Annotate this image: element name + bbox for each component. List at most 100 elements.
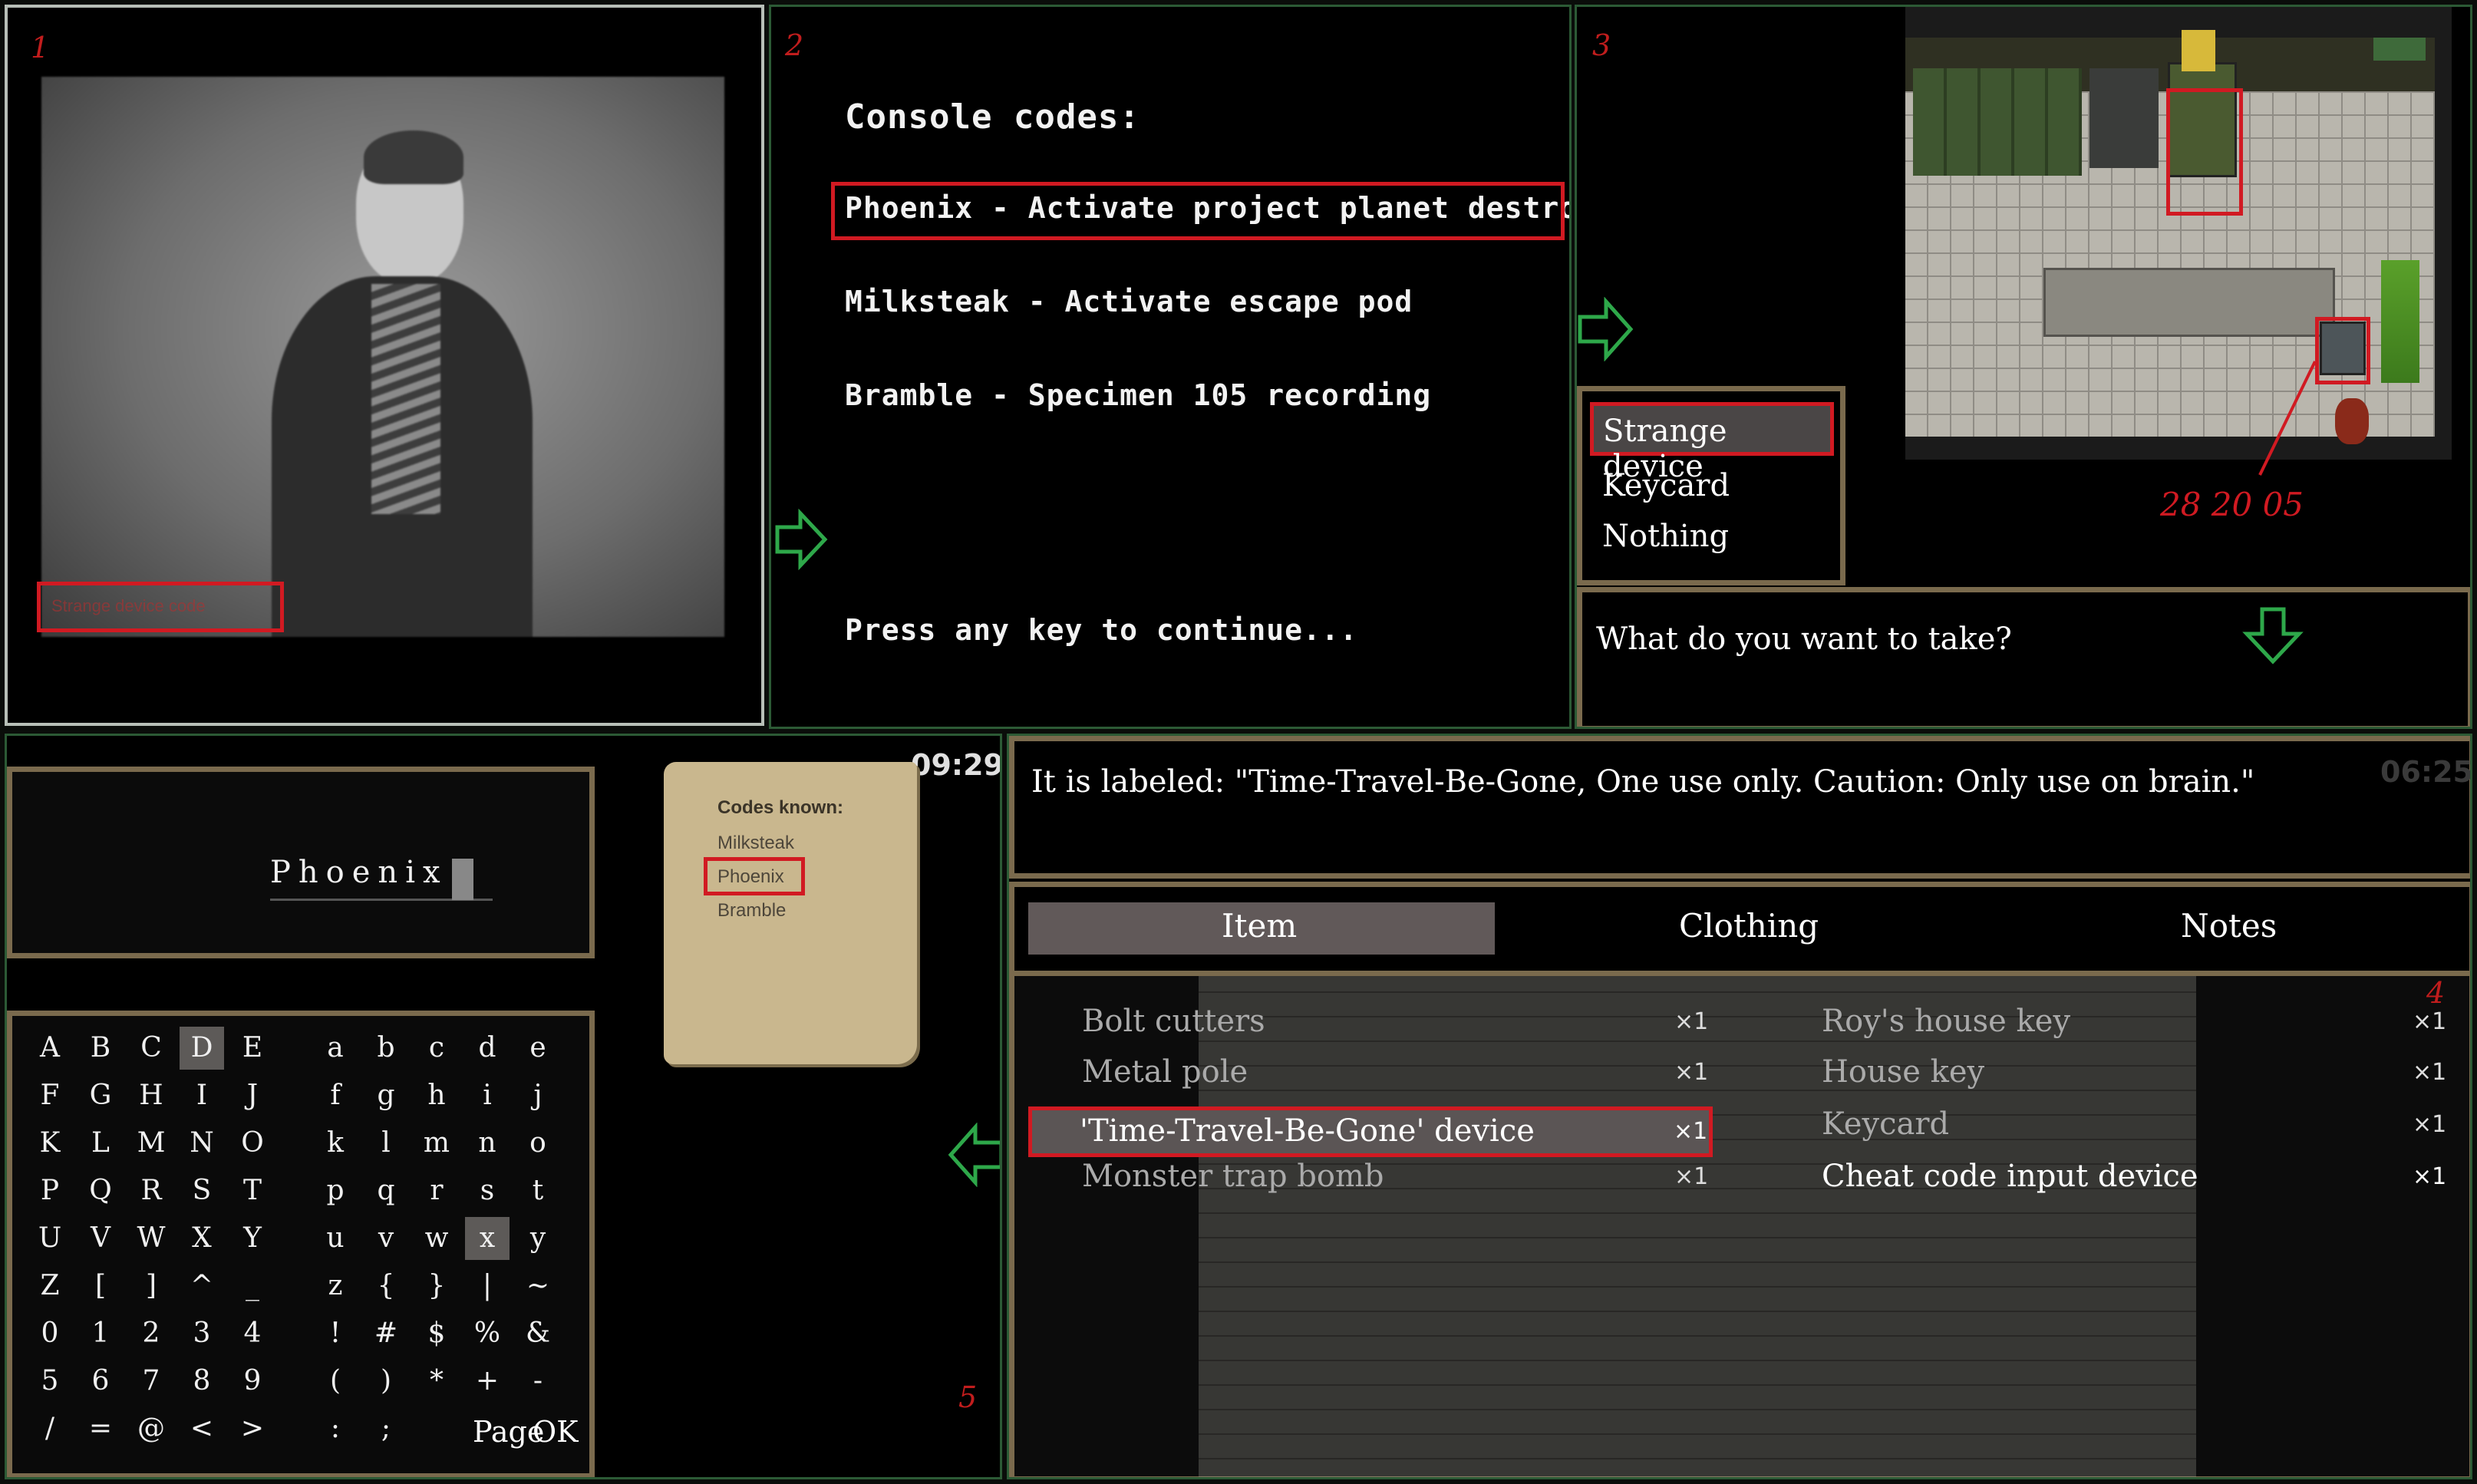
key[interactable]: ^ [180, 1265, 224, 1308]
key[interactable]: B [78, 1027, 123, 1070]
key[interactable]: A [28, 1027, 72, 1070]
key[interactable]: ( [313, 1360, 358, 1403]
inventory-row[interactable]: Metal pole ×1 [1076, 1054, 1708, 1100]
key[interactable]: w [414, 1217, 459, 1260]
key[interactable]: i [465, 1074, 510, 1117]
key[interactable]: 1 [78, 1312, 123, 1355]
key[interactable]: q [364, 1169, 408, 1212]
key[interactable]: > [230, 1407, 275, 1450]
key[interactable]: g [364, 1074, 408, 1117]
key[interactable]: e [516, 1027, 560, 1070]
key[interactable]: ] [129, 1265, 173, 1308]
key[interactable]: n [465, 1122, 510, 1165]
inventory-row[interactable]: Bolt cutters ×1 [1076, 1004, 1708, 1050]
key[interactable]: / [28, 1407, 72, 1450]
key[interactable]: { [364, 1265, 408, 1308]
key[interactable]: l [364, 1122, 408, 1165]
key[interactable]: b [364, 1027, 408, 1070]
key[interactable]: Q [78, 1169, 123, 1212]
key[interactable]: v [364, 1217, 408, 1260]
key[interactable]: y [516, 1217, 560, 1260]
key[interactable]: W [129, 1217, 173, 1260]
inventory-row-selected[interactable]: 'Time-Travel-Be-Gone' device ×1 [1028, 1106, 1713, 1157]
key[interactable]: @ [129, 1407, 173, 1450]
key[interactable]: P [28, 1169, 72, 1212]
key[interactable]: x [465, 1217, 510, 1260]
key[interactable]: 8 [180, 1360, 224, 1403]
key[interactable]: O [230, 1122, 275, 1165]
inventory-row[interactable]: House key ×1 [1822, 1054, 2451, 1100]
key[interactable]: h [414, 1074, 459, 1117]
key[interactable]: - [516, 1360, 560, 1403]
key[interactable]: M [129, 1122, 173, 1165]
key[interactable]: * [414, 1360, 459, 1403]
key[interactable]: u [313, 1217, 358, 1260]
key[interactable]: R [129, 1169, 173, 1212]
key[interactable]: j [516, 1074, 560, 1117]
key[interactable]: 7 [129, 1360, 173, 1403]
key[interactable]: = [78, 1407, 123, 1450]
key[interactable]: G [78, 1074, 123, 1117]
key[interactable]: ; [364, 1407, 408, 1450]
key[interactable]: p [313, 1169, 358, 1212]
key[interactable]: z [313, 1265, 358, 1308]
key[interactable]: s [465, 1169, 510, 1212]
inventory-row[interactable]: Roy's house key ×1 [1822, 1004, 2451, 1050]
key[interactable]: J [230, 1074, 275, 1117]
key[interactable]: ~ [516, 1265, 560, 1308]
key[interactable]: S [180, 1169, 224, 1212]
key[interactable]: t [516, 1169, 560, 1212]
key[interactable]: % [465, 1312, 510, 1355]
key[interactable]: d [465, 1027, 510, 1070]
key[interactable]: 0 [28, 1312, 72, 1355]
key[interactable]: o [516, 1122, 560, 1165]
key[interactable]: } [414, 1265, 459, 1308]
key[interactable]: # [364, 1312, 408, 1355]
inventory-row[interactable]: Cheat code input device ×1 [1822, 1159, 2451, 1205]
key[interactable]: : [313, 1407, 358, 1450]
key[interactable]: 3 [180, 1312, 224, 1355]
key[interactable]: k [313, 1122, 358, 1165]
key[interactable]: K [28, 1122, 72, 1165]
key[interactable]: N [180, 1122, 224, 1165]
key[interactable]: f [313, 1074, 358, 1117]
key[interactable]: _ [230, 1265, 275, 1308]
key[interactable]: 2 [129, 1312, 173, 1355]
key[interactable]: H [129, 1074, 173, 1117]
key[interactable]: F [28, 1074, 72, 1117]
key[interactable]: ) [364, 1360, 408, 1403]
menu-item-strange-device[interactable]: Strange device [1590, 402, 1834, 484]
ok-button[interactable]: OK [533, 1415, 579, 1449]
key[interactable]: Z [28, 1265, 72, 1308]
key[interactable]: + [465, 1360, 510, 1403]
key[interactable]: X [180, 1217, 224, 1260]
key[interactable]: 6 [78, 1360, 123, 1403]
key[interactable]: U [28, 1217, 72, 1260]
key[interactable]: T [230, 1169, 275, 1212]
key[interactable]: $ [414, 1312, 459, 1355]
key[interactable]: m [414, 1122, 459, 1165]
code-input[interactable]: Phoenix [270, 855, 493, 901]
inventory-row[interactable]: Keycard ×1 [1822, 1106, 2451, 1153]
inventory-row[interactable]: Monster trap bomb ×1 [1076, 1159, 1708, 1205]
key[interactable]: C [129, 1027, 173, 1070]
key[interactable]: V [78, 1217, 123, 1260]
key[interactable]: a [313, 1027, 358, 1070]
key[interactable]: E [230, 1027, 275, 1070]
key[interactable]: < [180, 1407, 224, 1450]
key[interactable]: & [516, 1312, 560, 1355]
key[interactable]: 9 [230, 1360, 275, 1403]
continue-prompt[interactable]: Press any key to continue... [845, 613, 1358, 647]
key[interactable]: Y [230, 1217, 275, 1260]
key[interactable]: 4 [230, 1312, 275, 1355]
tab-notes[interactable]: Notes [2181, 907, 2277, 945]
key[interactable]: | [465, 1265, 510, 1308]
key[interactable]: I [180, 1074, 224, 1117]
key[interactable]: 5 [28, 1360, 72, 1403]
key[interactable]: ! [313, 1312, 358, 1355]
key[interactable]: [ [78, 1265, 123, 1308]
key[interactable]: r [414, 1169, 459, 1212]
tab-clothing[interactable]: Clothing [1679, 907, 1819, 945]
menu-item-nothing[interactable]: Nothing [1602, 519, 1729, 554]
key[interactable]: c [414, 1027, 459, 1070]
